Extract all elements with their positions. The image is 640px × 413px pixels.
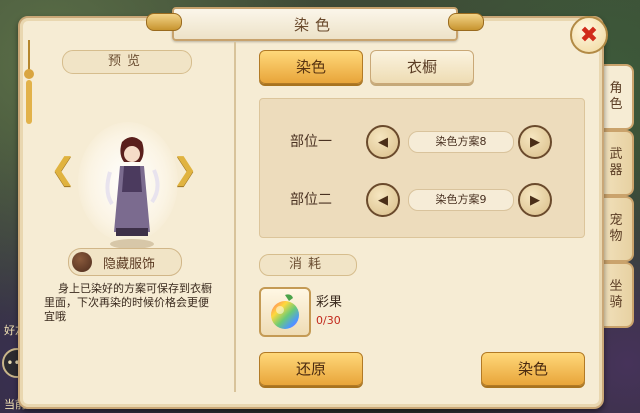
item-slot[interactable] bbox=[259, 287, 311, 337]
hide-outfit-label: 隐藏服饰 bbox=[103, 257, 156, 272]
part-row: 部位二 ◀ 染色方案9 ▶ bbox=[260, 181, 584, 217]
side-tab-mount[interactable]: 坐骑 bbox=[600, 262, 634, 328]
rotate-left-arrow-icon[interactable]: ❮ bbox=[48, 150, 78, 188]
scheme-value: 染色方案9 bbox=[408, 189, 514, 211]
restore-button[interactable]: 还原 bbox=[259, 352, 363, 386]
character-avatar bbox=[105, 137, 160, 249]
triangle-right-icon: ▶ bbox=[530, 192, 540, 208]
part-label: 部位一 bbox=[290, 134, 332, 150]
consume-label: 消耗 bbox=[259, 254, 357, 276]
dye-parts-box: 部位一 ◀ 染色方案8 ▶ 部位二 ◀ 染色方案9 ▶ bbox=[259, 98, 585, 238]
prev-scheme-button[interactable]: ◀ bbox=[366, 125, 400, 159]
part-label: 部位二 bbox=[290, 192, 332, 208]
close-button[interactable]: ✖ bbox=[570, 16, 608, 54]
next-scheme-button[interactable]: ▶ bbox=[518, 125, 552, 159]
rotate-right-arrow-icon[interactable]: ❯ bbox=[170, 150, 200, 188]
side-tab-character[interactable]: 角色 bbox=[600, 64, 634, 130]
toggle-knob bbox=[72, 252, 92, 272]
page-title: 染色 bbox=[293, 16, 336, 34]
triangle-left-icon: ◀ bbox=[378, 134, 388, 150]
divider bbox=[234, 42, 236, 392]
banner-left-ornament-icon bbox=[146, 13, 182, 31]
part-row: 部位一 ◀ 染色方案8 ▶ bbox=[260, 123, 584, 159]
triangle-left-icon: ◀ bbox=[378, 192, 388, 208]
dye-button[interactable]: 染色 bbox=[481, 352, 585, 386]
next-scheme-button[interactable]: ▶ bbox=[518, 183, 552, 217]
item-name: 彩果 bbox=[316, 295, 343, 310]
banner-right-ornament-icon bbox=[448, 13, 484, 31]
preview-section: 预览 ❮ ❯ 隐藏服饰 身上已染好的方案可保存到衣橱里面，下次再染的时候价格会更… bbox=[30, 42, 220, 397]
rainbow-fruit-icon bbox=[271, 294, 299, 329]
tab-dye[interactable]: 染色 bbox=[259, 50, 363, 84]
side-tab-weapon[interactable]: 武器 bbox=[600, 130, 634, 196]
hide-outfit-toggle[interactable]: 隐藏服饰 bbox=[68, 248, 182, 276]
prev-scheme-button[interactable]: ◀ bbox=[366, 183, 400, 217]
scheme-value: 染色方案8 bbox=[408, 131, 514, 153]
triangle-right-icon: ▶ bbox=[530, 134, 540, 150]
title-banner: 染色 bbox=[172, 7, 458, 41]
item-count: 0/30 bbox=[316, 314, 341, 327]
hint-text: 身上已染好的方案可保存到衣橱里面，下次再染的时候价格会更便宜哦 bbox=[44, 282, 212, 323]
close-x-icon: ✖ bbox=[579, 22, 599, 48]
tab-wardrobe[interactable]: 衣橱 bbox=[370, 50, 474, 84]
preview-label: 预览 bbox=[62, 50, 192, 74]
side-tab-pet[interactable]: 宠物 bbox=[600, 196, 634, 262]
